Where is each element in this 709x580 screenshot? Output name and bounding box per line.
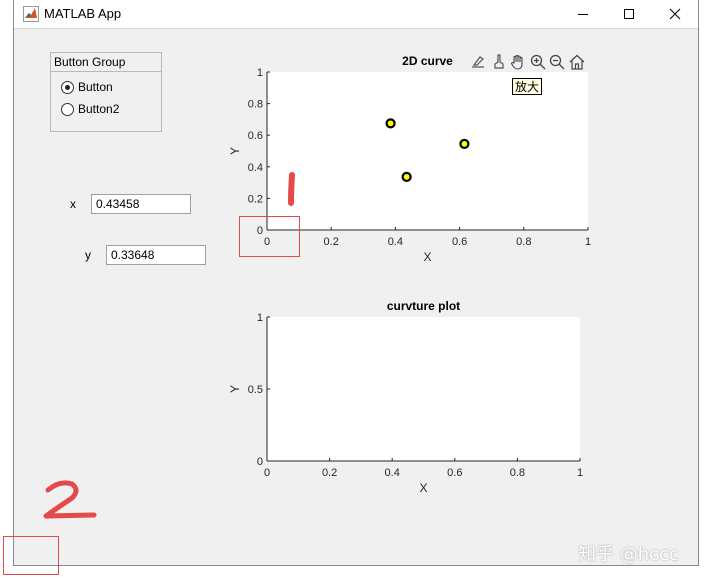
zoom-out-icon[interactable]	[548, 53, 566, 71]
y-tick-label: 1	[257, 67, 263, 79]
annotation-mark-1-stroke	[288, 172, 295, 206]
brush-icon[interactable]	[490, 53, 508, 71]
annotation-box-origin	[239, 216, 300, 257]
axes-curvature-plot[interactable]: 0 0.2 0.4 0.6 0.8 1 0 0.5 1 curvture plot X Y	[228, 299, 583, 495]
x-tick-label: 0.8	[516, 236, 531, 248]
plot-area	[267, 317, 580, 461]
y-tick-label: 1	[257, 312, 263, 324]
x-tick-label: 0.2	[322, 467, 337, 479]
x-tick-label: 0.4	[385, 467, 400, 479]
x-tick-label: 0.2	[324, 236, 339, 248]
y-tick-label: 0.6	[248, 130, 263, 142]
zoom-tooltip: 放大	[512, 78, 543, 95]
axes-title: curvture plot	[387, 299, 460, 313]
x-tick-label: 1	[585, 236, 591, 248]
x-tick-label: 0.6	[447, 467, 462, 479]
home-icon[interactable]	[568, 53, 586, 71]
pan-hand-icon[interactable]	[509, 53, 527, 71]
y-tick-label: 0.4	[248, 162, 263, 174]
zoom-in-icon[interactable]	[529, 53, 547, 71]
axes-title: 2D curve	[402, 54, 453, 68]
data-point	[459, 138, 470, 149]
y-axis-label: Y	[228, 147, 242, 155]
x-tick-label: 0.6	[452, 236, 467, 248]
x-axis-label: X	[423, 250, 431, 264]
watermark-text: 知乎 @hccc	[578, 544, 679, 565]
axes-layer: 0 0.2 0.4 0.6 0.8 1 0 0.2 0.4 0.6 0.8 1 2D curve X Y 0…	[43, 54, 591, 519]
y-tick-label: 0.5	[248, 384, 263, 396]
x-tick-label: 0.4	[388, 236, 403, 248]
annotation-mark-2-stroke	[43, 480, 97, 519]
export-icon[interactable]	[470, 53, 488, 71]
x-tick-label: 0.8	[510, 467, 525, 479]
annotation-box-corner	[3, 536, 59, 575]
plot-area	[267, 72, 588, 230]
y-axis-label: Y	[228, 385, 242, 393]
data-point	[401, 171, 412, 183]
data-point	[385, 118, 396, 129]
y-tick-label: 0.8	[248, 99, 263, 111]
y-tick-label: 0	[257, 456, 263, 468]
x-axis-label: X	[419, 481, 427, 495]
x-tick-label: 0	[264, 467, 270, 479]
y-tick-label: 0.2	[248, 193, 263, 205]
x-tick-label: 1	[577, 467, 583, 479]
